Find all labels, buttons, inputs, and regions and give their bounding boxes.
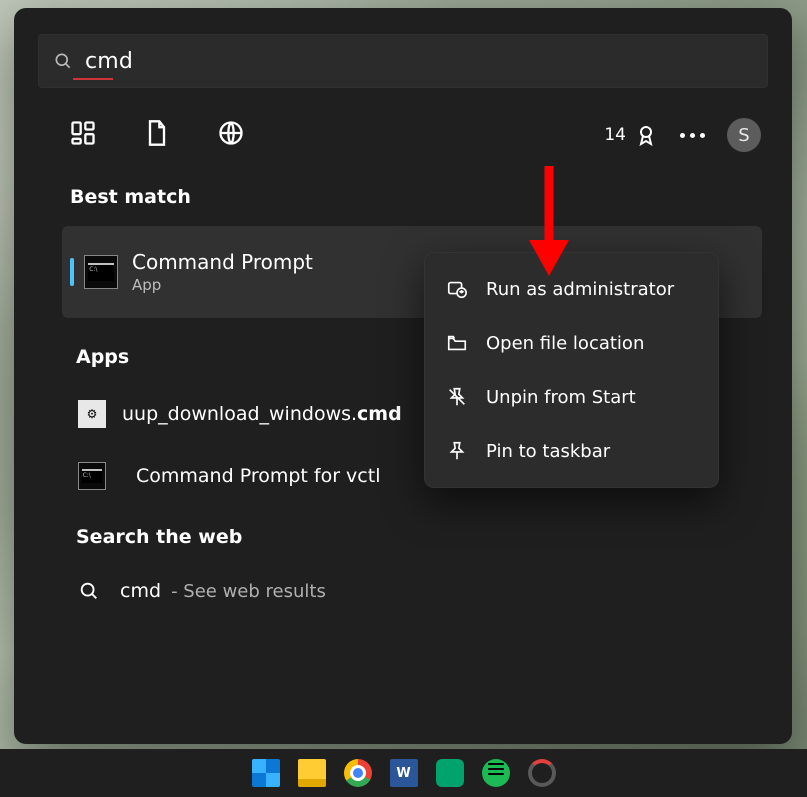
command-prompt-icon — [84, 255, 118, 289]
menu-open-file-location[interactable]: Open file location — [424, 316, 719, 370]
filter-tab-row: 14 S — [69, 108, 761, 162]
search-icon — [78, 580, 100, 602]
rewards-count: 14 — [604, 125, 626, 145]
menu-unpin-from-start[interactable]: Unpin from Start — [424, 370, 719, 424]
spell-underline — [73, 78, 113, 80]
pin-icon — [446, 440, 468, 462]
folder-open-icon — [446, 332, 468, 354]
result-web-cmd[interactable]: cmd - See web results — [78, 580, 638, 602]
user-avatar[interactable]: S — [727, 118, 761, 152]
unpin-icon — [446, 386, 468, 408]
rewards-badge[interactable]: 14 — [604, 123, 658, 147]
start-search-panel: cmd 14 S Best match Comman — [14, 8, 792, 744]
tab-documents-icon[interactable] — [143, 119, 171, 151]
search-query-text: cmd — [85, 49, 133, 74]
more-menu-icon[interactable] — [680, 133, 705, 138]
taskbar-word[interactable]: W — [390, 759, 418, 787]
context-menu: Run as administrator Open file location … — [424, 252, 719, 488]
menu-run-as-admin[interactable]: Run as administrator — [424, 262, 719, 316]
best-title: Command Prompt — [132, 250, 313, 274]
tab-web-icon[interactable] — [217, 119, 245, 151]
batch-file-icon: ⚙ — [78, 400, 106, 428]
taskbar: W — [0, 749, 807, 797]
taskbar-chat[interactable] — [436, 759, 464, 787]
menu-pin-to-taskbar[interactable]: Pin to taskbar — [424, 424, 719, 478]
taskbar-app-loader[interactable] — [528, 759, 556, 787]
search-input[interactable]: cmd — [38, 34, 768, 88]
section-web: Search the web — [76, 526, 242, 548]
taskbar-spotify[interactable] — [482, 759, 510, 787]
taskbar-file-explorer[interactable] — [298, 759, 326, 787]
section-best-match: Best match — [70, 186, 191, 208]
search-icon — [53, 51, 73, 71]
taskbar-chrome[interactable] — [344, 759, 372, 787]
command-prompt-icon — [78, 462, 106, 490]
medal-icon — [634, 123, 658, 147]
selection-accent — [70, 258, 74, 286]
run-admin-icon — [446, 278, 468, 300]
section-apps: Apps — [76, 346, 129, 368]
best-subtitle: App — [132, 276, 313, 294]
tab-apps-icon[interactable] — [69, 119, 97, 151]
start-button[interactable] — [252, 759, 280, 787]
